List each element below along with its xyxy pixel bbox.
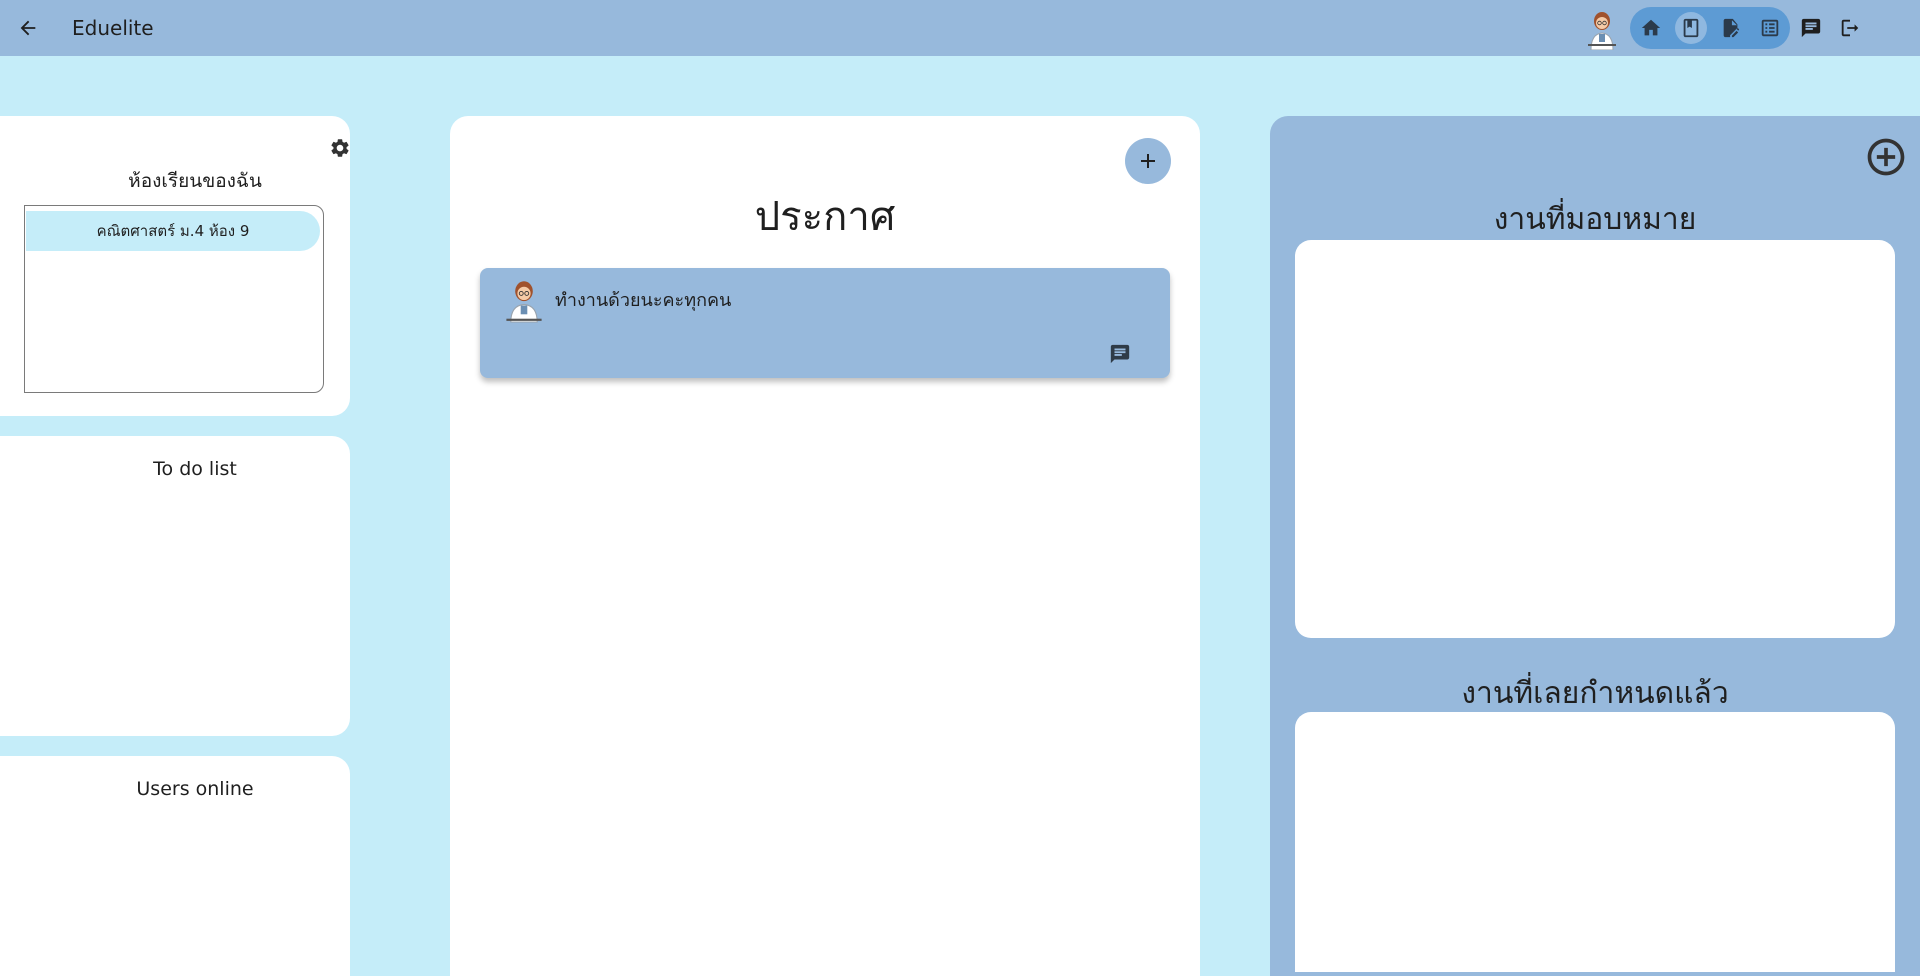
my-classes-title: ห้องเรียนของฉัน — [128, 170, 262, 192]
add-announcement-button[interactable] — [1125, 138, 1171, 184]
arrow-back-icon — [20, 20, 36, 36]
chat-button[interactable] — [1795, 12, 1827, 44]
comment-icon — [1110, 344, 1130, 364]
nav-classroom-button[interactable] — [1675, 12, 1707, 44]
class-list-item[interactable]: คณิตศาสตร์ ม.4 ห้อง 9 — [26, 211, 320, 251]
edit-document-icon — [1723, 18, 1740, 38]
home-icon — [1641, 19, 1661, 36]
list-icon — [1761, 19, 1779, 37]
announcement-text: ทำงานด้วยนะคะทุกคน — [555, 290, 732, 311]
todo-card — [0, 436, 350, 736]
back-button[interactable] — [12, 12, 44, 44]
overdue-work-title: งานที่เลยกำหนดแล้ว — [1461, 676, 1729, 711]
plus-icon — [1141, 154, 1155, 168]
gear-icon — [331, 139, 349, 157]
app-title: Eduelite — [72, 16, 154, 40]
announcements-title: ประกาศ — [754, 194, 896, 240]
app-bar: Eduelite — [0, 0, 1920, 56]
classes-settings-button[interactable] — [326, 134, 354, 162]
todo-title: To do list — [153, 458, 237, 480]
nav-group — [1630, 7, 1790, 49]
logout-button[interactable] — [1834, 12, 1866, 44]
nav-home-button[interactable] — [1635, 12, 1667, 44]
book-icon — [1683, 18, 1699, 38]
nav-list-button[interactable] — [1754, 12, 1786, 44]
add-circle-icon — [1867, 138, 1905, 176]
users-online-title: Users online — [136, 778, 254, 800]
comment-button[interactable] — [1106, 340, 1134, 368]
chat-icon — [1801, 18, 1821, 38]
assigned-work-title: งานที่มอบหมาย — [1493, 202, 1697, 237]
post-author-avatar — [506, 281, 542, 323]
overdue-work-list — [1295, 712, 1895, 972]
assigned-work-list — [1295, 240, 1895, 638]
nav-assignment-button[interactable] — [1715, 12, 1747, 44]
user-avatar[interactable] — [1582, 6, 1622, 50]
logout-icon — [1841, 19, 1859, 37]
add-assignment-button[interactable] — [1862, 133, 1910, 181]
